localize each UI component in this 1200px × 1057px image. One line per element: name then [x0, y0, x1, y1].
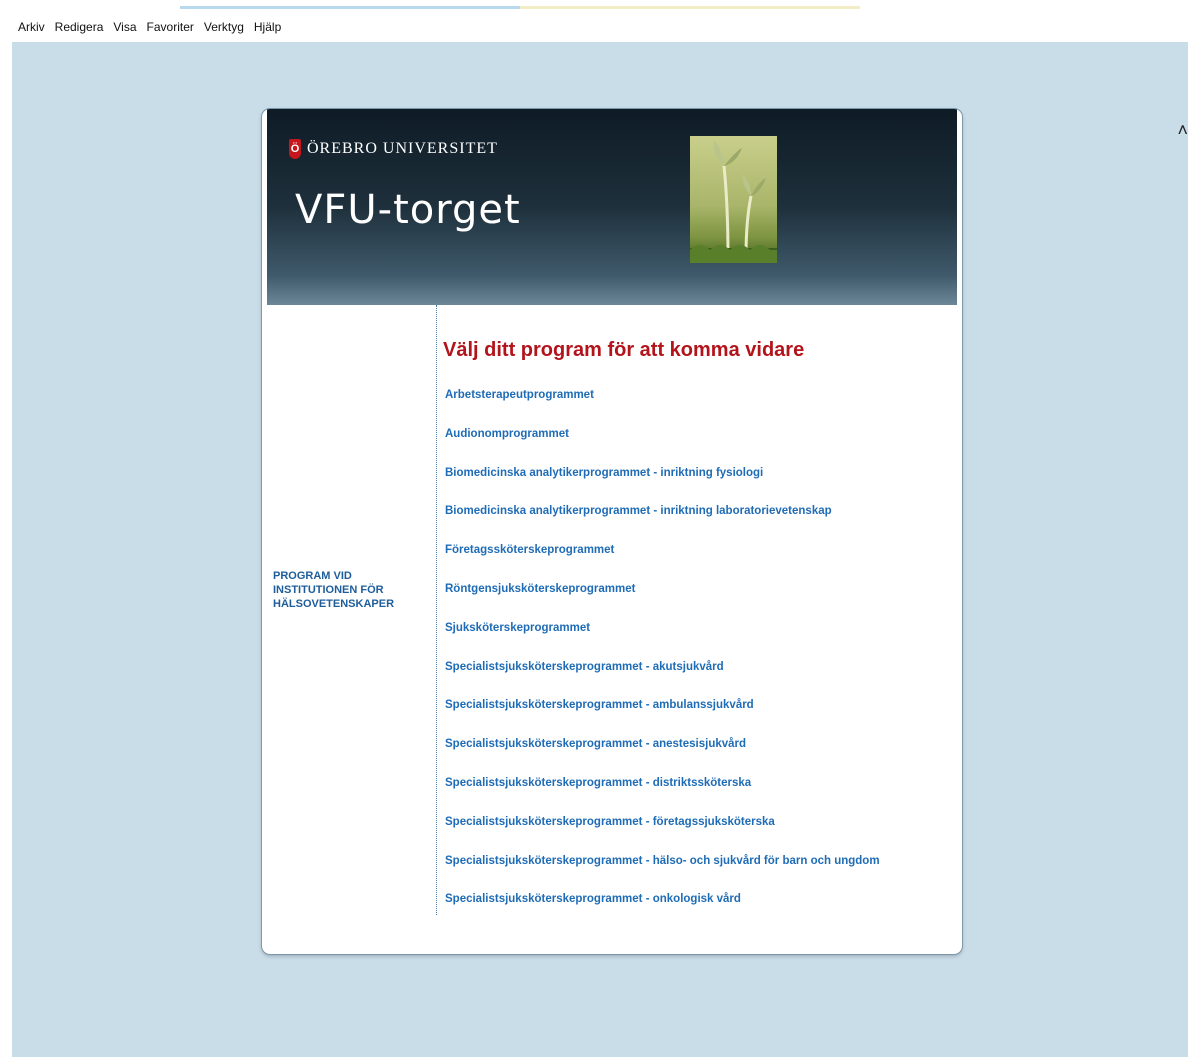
menu-list: Arkiv Redigera Visa Favoriter Verktyg Hj… [18, 20, 281, 34]
program-link[interactable]: Specialistsjuksköterskeprogrammet - anes… [445, 738, 880, 777]
program-link[interactable]: Specialistsjuksköterskeprogrammet - onko… [445, 893, 880, 932]
site-header: Ö ÖREBRO UNIVERSITET VFU-torget [267, 109, 957, 305]
program-link[interactable]: Audionomprogrammet [445, 428, 880, 467]
university-logo[interactable]: Ö ÖREBRO UNIVERSITET [289, 139, 498, 159]
shield-icon: Ö [289, 139, 301, 159]
site-title: VFU-torget [295, 187, 521, 233]
plant-image [690, 136, 777, 263]
program-link[interactable]: Biomedicinska analytikerprogrammet - inr… [445, 505, 880, 544]
program-link[interactable]: Specialistsjuksköterskeprogrammet - ambu… [445, 699, 880, 738]
plant-illustration [690, 140, 777, 263]
menu-arkiv[interactable]: Arkiv [18, 20, 45, 34]
university-name: ÖREBRO UNIVERSITET [307, 140, 498, 157]
menu-favoriter[interactable]: Favoriter [147, 20, 194, 34]
program-link[interactable]: Arbetsterapeutprogrammet [445, 389, 880, 428]
menu-visa[interactable]: Visa [113, 20, 136, 34]
toolbar-strip [180, 6, 860, 9]
program-link[interactable]: Specialistsjuksköterskeprogrammet - häls… [445, 855, 880, 894]
column-divider [436, 305, 437, 915]
program-link[interactable]: Företagssköterskeprogrammet [445, 544, 880, 583]
content-card: Ö ÖREBRO UNIVERSITET VFU-torget PROGRAM … [262, 109, 962, 954]
program-link[interactable]: Specialistsjuksköterskeprogrammet - före… [445, 816, 880, 855]
program-link[interactable]: Specialistsjuksköterskeprogrammet - dist… [445, 777, 880, 816]
program-link[interactable]: Specialistsjuksköterskeprogrammet - akut… [445, 661, 880, 700]
scroll-up-icon[interactable]: ˄ [1177, 120, 1188, 141]
program-link[interactable]: Biomedicinska analytikerprogrammet - inr… [445, 467, 880, 506]
program-link[interactable]: Sjuksköterskeprogrammet [445, 622, 880, 661]
menu-verktyg[interactable]: Verktyg [204, 20, 244, 34]
institution-label[interactable]: PROGRAM VID INSTITUTIONEN FÖR HÄLSOVETEN… [273, 569, 433, 611]
page-heading: Välj ditt program för att komma vidare [443, 339, 805, 361]
program-link[interactable]: Röntgensjuksköterskeprogrammet [445, 583, 880, 622]
menu-redigera[interactable]: Redigera [55, 20, 104, 34]
menu-hjalp[interactable]: Hjälp [254, 20, 281, 34]
browser-menu-bar: Arkiv Redigera Visa Favoriter Verktyg Hj… [0, 0, 1200, 42]
sidebar: PROGRAM VID INSTITUTIONEN FÖR HÄLSOVETEN… [267, 305, 436, 954]
page-viewport: ˄ ˅ Ö ÖREBRO UNIVERSITET VFU-torget [12, 42, 1188, 1057]
program-list: Arbetsterapeutprogrammet Audionomprogram… [445, 389, 880, 932]
